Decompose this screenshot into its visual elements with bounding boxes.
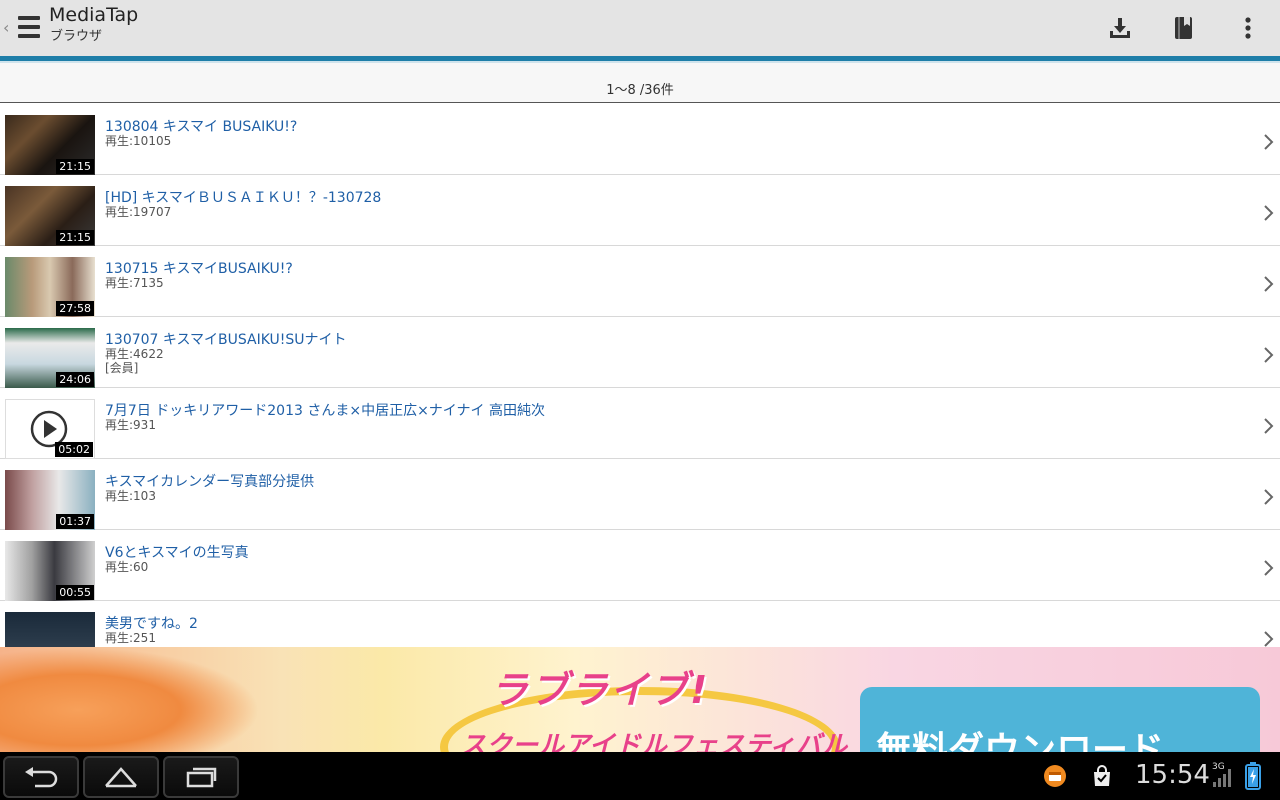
menu-icon[interactable] bbox=[18, 16, 40, 38]
video-row[interactable]: 24:06 130707 キスマイBUSAIKU!SUナイト 再生:4622 [… bbox=[0, 317, 1280, 388]
nav-recent-apps-button[interactable] bbox=[163, 756, 239, 798]
play-count: 再生:19707 bbox=[105, 205, 172, 219]
duration-label: 24:06 bbox=[56, 372, 94, 387]
video-thumbnail: 01:37 bbox=[5, 470, 95, 530]
home-icon bbox=[105, 767, 137, 788]
system-bar: 15:54 3G bbox=[0, 752, 1280, 800]
video-title: 7月7日 ドッキリアワード2013 さんま×中居正広×ナイナイ 高田純次 bbox=[105, 403, 545, 419]
chevron-right-icon bbox=[1264, 560, 1274, 576]
member-badge: [会員] bbox=[105, 361, 139, 375]
app-subtitle: ブラウザ bbox=[50, 29, 103, 44]
app-title: MediaTap bbox=[49, 4, 139, 26]
play-count: 再生:7135 bbox=[105, 276, 164, 290]
ad-download-label: 無料ダウンロード bbox=[876, 730, 1165, 752]
duration-label: 27:58 bbox=[56, 301, 94, 316]
result-count-bar: 1～8 /36件 bbox=[0, 63, 1280, 103]
chevron-right-icon bbox=[1264, 418, 1274, 434]
clock: 15:54 bbox=[1135, 760, 1210, 790]
video-row[interactable]: 00:55 V6とキスマイの生写真 再生:60 bbox=[0, 530, 1280, 601]
chevron-right-icon bbox=[1264, 631, 1274, 647]
video-thumbnail: 21:15 bbox=[5, 115, 95, 175]
video-row[interactable]: 01:37 キスマイカレンダー写真部分提供 再生:103 bbox=[0, 459, 1280, 530]
nav-back-button[interactable] bbox=[3, 756, 79, 798]
play-count: 再生:10105 bbox=[105, 134, 172, 148]
chevron-right-icon bbox=[1264, 347, 1274, 363]
duration-label: 21:15 bbox=[56, 159, 94, 174]
chevron-right-icon bbox=[1264, 276, 1274, 292]
video-thumbnail: 00:55 bbox=[5, 541, 95, 601]
video-thumbnail bbox=[5, 612, 95, 647]
shopping-bag-icon[interactable] bbox=[1091, 765, 1113, 787]
video-row[interactable]: 27:58 130715 キスマイBUSAIKU!? 再生:7135 bbox=[0, 246, 1280, 317]
duration-label: 21:15 bbox=[56, 230, 94, 245]
video-thumbnail: 24:06 bbox=[5, 328, 95, 388]
back-chevron-icon[interactable]: ‹ bbox=[3, 18, 9, 37]
duration-label: 00:55 bbox=[56, 585, 94, 600]
bookmark-icon[interactable] bbox=[1168, 12, 1200, 44]
notification-app-icon[interactable] bbox=[1043, 764, 1067, 788]
video-row[interactable]: 美男ですね。2 再生:251 bbox=[0, 601, 1280, 647]
action-bar: ‹ MediaTap ブラウザ bbox=[0, 0, 1280, 56]
ad-character-image bbox=[0, 647, 260, 752]
video-row[interactable]: 21:15 130804 キスマイ BUSAIKU!? 再生:10105 bbox=[0, 104, 1280, 175]
video-thumbnail: 27:58 bbox=[5, 257, 95, 317]
ad-title: ラブライブ! bbox=[490, 668, 710, 712]
video-list: 21:15 130804 キスマイ BUSAIKU!? 再生:10105 21:… bbox=[0, 104, 1280, 647]
chevron-right-icon bbox=[1264, 205, 1274, 221]
ad-download-button[interactable]: 無料ダウンロード bbox=[860, 687, 1260, 752]
duration-label: 05:02 bbox=[55, 442, 93, 457]
battery-charging-icon bbox=[1245, 762, 1261, 790]
back-icon bbox=[25, 767, 58, 788]
overflow-menu-icon[interactable] bbox=[1232, 12, 1264, 44]
video-row[interactable]: 05:02 7月7日 ドッキリアワード2013 さんま×中居正広×ナイナイ 高田… bbox=[0, 388, 1280, 459]
play-count: 再生:931 bbox=[105, 418, 156, 432]
result-count: 1～8 /36件 bbox=[606, 83, 674, 98]
ad-subtitle: スクールアイドルフェスティバル bbox=[460, 731, 848, 752]
download-icon[interactable] bbox=[1104, 12, 1136, 44]
video-thumbnail: 05:02 bbox=[5, 399, 95, 459]
nav-home-button[interactable] bbox=[83, 756, 159, 798]
signal-icon bbox=[1213, 769, 1231, 787]
video-row[interactable]: 21:15 [HD] キスマイＢＵＳＡＩＫＵ！？-130728 再生:19707 bbox=[0, 175, 1280, 246]
play-count: 再生:251 bbox=[105, 631, 156, 645]
play-count: 再生:103 bbox=[105, 489, 156, 503]
ad-banner[interactable]: ラブライブ! スクールアイドルフェスティバル 無料ダウンロード bbox=[0, 647, 1280, 752]
chevron-right-icon bbox=[1264, 134, 1274, 150]
video-thumbnail: 21:15 bbox=[5, 186, 95, 246]
chevron-right-icon bbox=[1264, 489, 1274, 505]
play-count: 再生:60 bbox=[105, 560, 149, 574]
recent-apps-icon bbox=[186, 767, 217, 788]
duration-label: 01:37 bbox=[56, 514, 94, 529]
